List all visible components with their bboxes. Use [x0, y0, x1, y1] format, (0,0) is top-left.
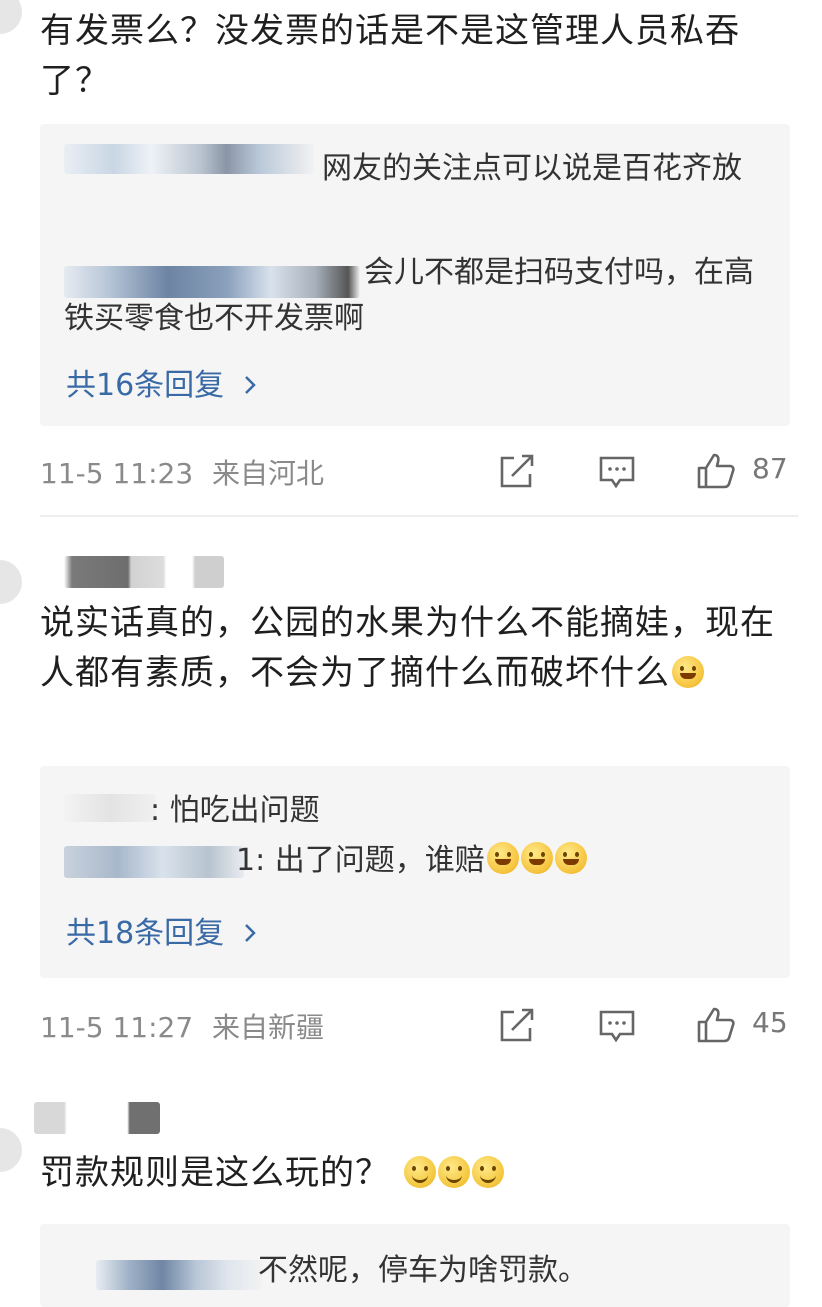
laugh-cry-emoji-icon: [486, 842, 519, 874]
comment-body: 说实话真的，公园的水果为什么不能摘娃，现在人都有素质，不会为了摘什么而破坏什么: [40, 603, 775, 693]
comment-text: 罚款规则是这么玩的？: [40, 1148, 800, 1198]
comment-body: 罚款规则是这么玩的？: [40, 1153, 390, 1193]
share-icon[interactable]: [498, 454, 536, 490]
laugh-cry-emoji-icon: [554, 842, 587, 874]
reply-username-blurred[interactable]: [64, 794, 156, 822]
more-replies-label: 共16条回复: [66, 368, 225, 403]
comment-icon[interactable]: [598, 1008, 636, 1044]
avatar[interactable]: [0, 0, 22, 34]
like-count: 45: [752, 1006, 788, 1039]
reply-box[interactable]: : 怕吃出问题 1: 出了问题，谁赔 共18条回复: [40, 766, 790, 978]
smile-emoji-icon: [403, 1156, 436, 1188]
reply-text: 1: 出了问题，谁赔: [236, 838, 587, 884]
smile-emoji-icon: [471, 1156, 504, 1188]
reply-body: 会儿不都是扫码支付吗，在高铁买零食也不开发票啊: [64, 255, 754, 336]
more-replies-link[interactable]: 共16条回复: [66, 360, 258, 404]
reply-body: 不然呢，停车为啥罚款。: [258, 1253, 588, 1288]
reply-body: 网友的关注点可以说是百花齐放: [322, 151, 742, 186]
reply-username-blurred[interactable]: [96, 1260, 262, 1290]
comment-location: 来自河北: [212, 457, 325, 490]
reply-body: 1: 出了问题，谁赔: [236, 843, 485, 878]
like-count: 87: [752, 452, 788, 485]
reply-text: 不然呢，停车为啥罚款。: [258, 1248, 588, 1294]
smile-emoji-icon: [437, 1156, 470, 1188]
more-replies-label: 共18条回复: [66, 916, 225, 951]
share-icon[interactable]: [498, 1008, 536, 1044]
comment-time: 11-5 11:23: [40, 457, 194, 490]
comment-time: 11-5 11:27: [40, 1011, 194, 1044]
divider: [40, 515, 798, 517]
comment-text: 说实话真的，公园的水果为什么不能摘娃，现在人都有素质，不会为了摘什么而破坏什么: [40, 598, 800, 698]
more-replies-link[interactable]: 共18条回复: [66, 908, 258, 952]
thumbs-up-icon[interactable]: [696, 1006, 736, 1044]
comment-text: 有发票么？没发票的话是不是这管理人员私吞了？: [40, 6, 800, 106]
reply-username-blurred[interactable]: [64, 846, 244, 878]
comment-body: 有发票么？没发票的话是不是这管理人员私吞了？: [40, 11, 740, 101]
comment-location: 来自新疆: [212, 1011, 325, 1044]
comment-meta: 11-5 11:27 来自新疆: [40, 1006, 324, 1046]
reply-box[interactable]: 网友的关注点可以说是百花齐放 会儿不都是扫码支付吗，在高铁买零食也不开发票啊 共…: [40, 124, 790, 426]
avatar[interactable]: [0, 560, 22, 604]
laugh-cry-emoji-icon: [672, 656, 704, 688]
comment-meta: 11-5 11:23 来自河北: [40, 452, 324, 492]
laugh-cry-emoji-icon: [520, 842, 553, 874]
reply-text: : 怕吃出问题: [150, 788, 320, 834]
reply-text: 会儿不都是扫码支付吗，在高铁买零食也不开发票啊: [64, 250, 754, 342]
reply-box[interactable]: 不然呢，停车为啥罚款。: [40, 1224, 790, 1307]
username-blurred[interactable]: [64, 556, 224, 588]
username-blurred[interactable]: [34, 1102, 160, 1134]
thumbs-up-icon[interactable]: [696, 452, 736, 490]
chevron-right-icon: [242, 373, 258, 397]
reply-text: 网友的关注点可以说是百花齐放: [64, 146, 764, 192]
reply-body: : 怕吃出问题: [150, 793, 320, 828]
avatar[interactable]: [0, 1128, 22, 1172]
comment-icon[interactable]: [598, 454, 636, 490]
chevron-right-icon: [242, 921, 258, 945]
